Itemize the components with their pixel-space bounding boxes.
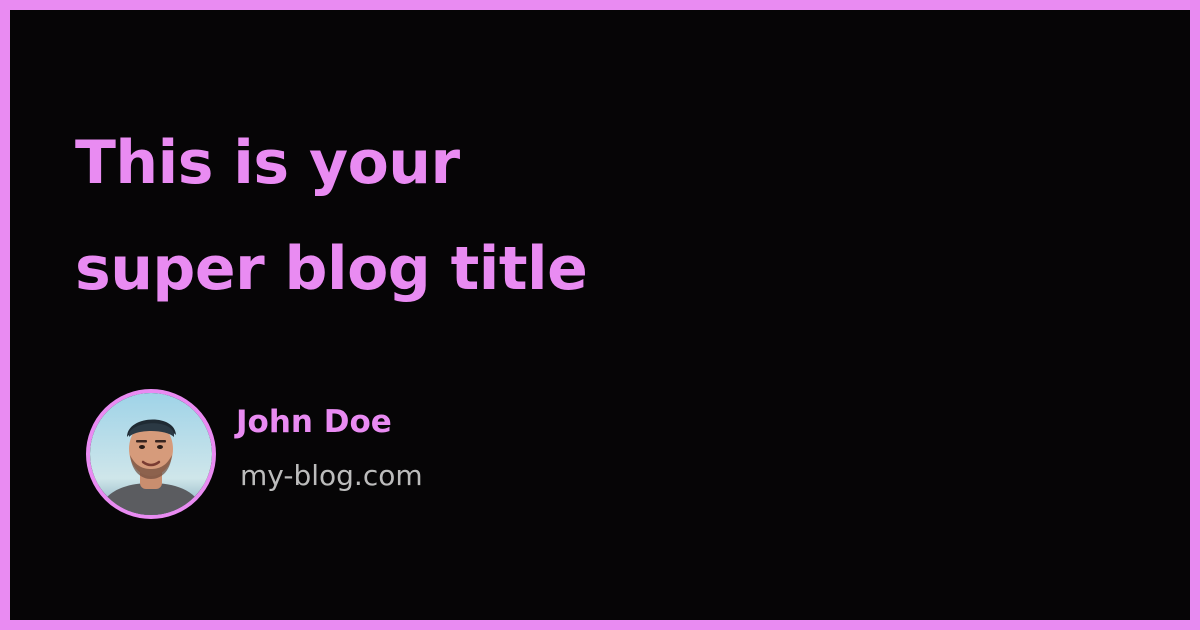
og-card: This is your super blog title John Doe m… [10, 10, 1190, 620]
blog-title-line-1: This is your [75, 128, 460, 198]
blog-title-line-2: super blog title [75, 234, 588, 304]
author-site: my-blog.com [240, 459, 423, 492]
author-meta: John Doe my-blog.com [236, 404, 423, 496]
author-photo-icon [90, 393, 212, 515]
author-avatar [86, 389, 216, 519]
author-name: John Doe [236, 404, 392, 440]
blog-title: This is your super blog title [75, 110, 588, 322]
author-block: John Doe my-blog.com [86, 389, 423, 519]
